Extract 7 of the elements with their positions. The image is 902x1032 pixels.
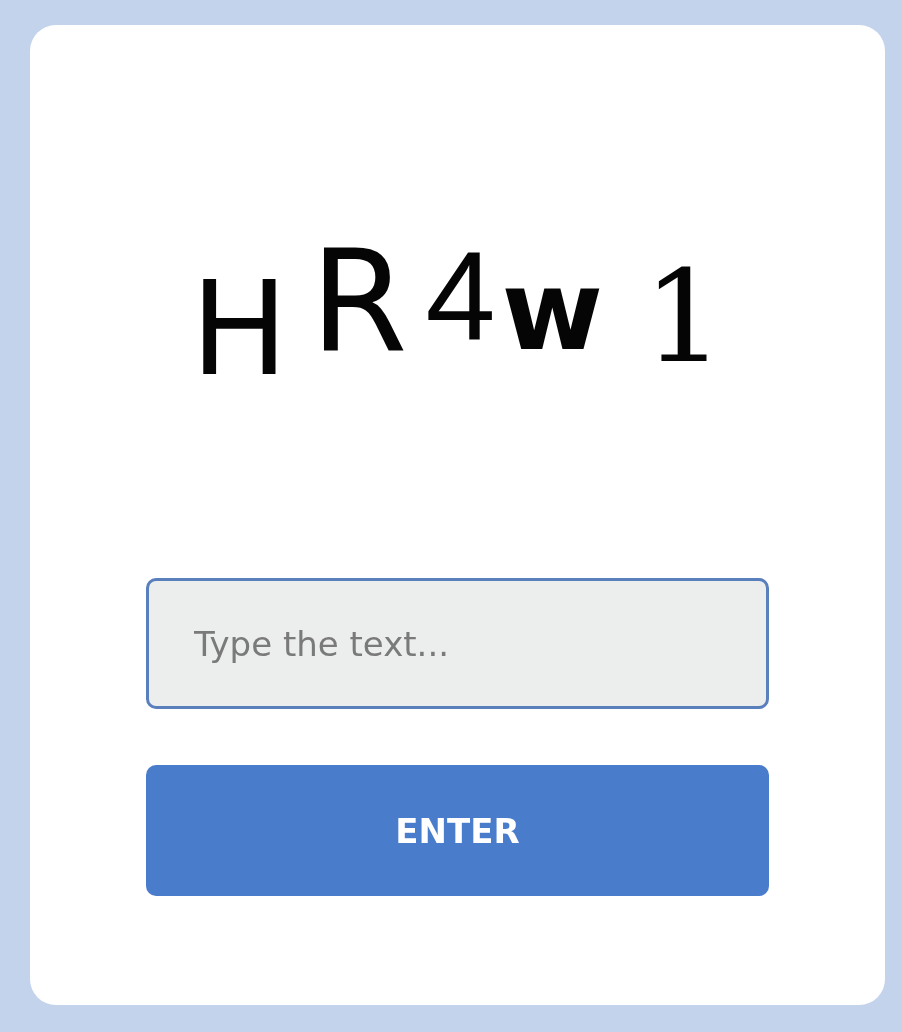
enter-button[interactable]: ENTER — [146, 765, 769, 896]
captcha-character: 1 — [643, 242, 725, 393]
captcha-character: H — [190, 253, 289, 405]
captcha-character: w — [501, 247, 604, 377]
answer-field[interactable]: Type the text... — [146, 578, 769, 709]
captcha-character: R — [310, 220, 408, 385]
captcha-character: 4 — [425, 225, 496, 369]
